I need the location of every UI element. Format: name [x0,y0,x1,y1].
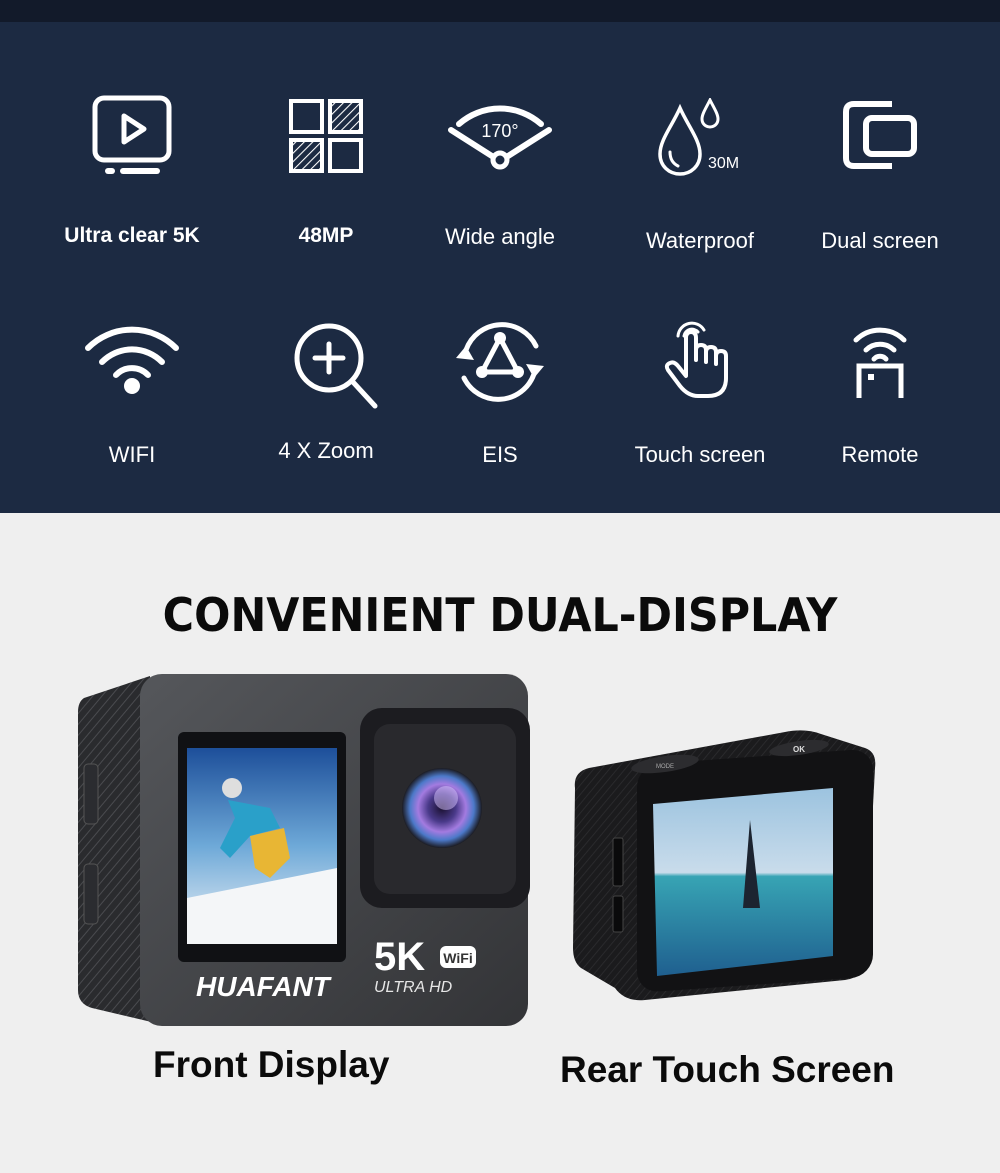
rear-mode-button-label: MODE [656,764,674,770]
rear-camera-image: MODE OK [573,730,876,1001]
touch-hand-icon [664,321,728,398]
stabilization-icon [456,322,544,402]
feature-label: Remote [841,442,919,467]
waterproof-depth: 30M [708,155,739,172]
front-display-caption: Front Display [153,1044,390,1085]
front-camera-wifi-badge: WiFi [443,950,472,966]
feature-label: Touch screen [634,442,766,467]
front-camera-image: 5K WiFi ULTRA HD HUAFANT [78,674,530,1026]
feature-label: Wide angle [444,224,556,249]
play-screen-icon [92,95,172,174]
rear-ok-button-label: OK [793,745,805,754]
feature-label: 4 X Zoom [278,438,374,463]
wide-angle-icon: 170° [448,105,552,170]
page-headline: CONVENIENT DUAL-DISPLAY [162,588,838,642]
feature-label: Waterproof [645,228,754,253]
feature-label: 48MP [298,224,354,247]
remote-icon [853,327,907,398]
feature-panel: Ultra clear 5K 48MP 170° Wide angle 30M … [0,22,1000,513]
zoom-in-icon [294,323,378,409]
pixel-grid-icon [289,99,363,173]
wifi-icon [85,326,179,394]
feature-label: EIS [482,442,518,467]
feature-label: WIFI [108,442,156,467]
front-camera-brand: HUAFANT [196,971,333,1002]
rear-touch-screen-caption: Rear Touch Screen [560,1049,895,1090]
dual-screen-icon [843,101,917,169]
top-bar [0,0,1000,22]
front-camera-subtitle: ULTRA HD [374,979,453,996]
feature-label: Ultra clear 5K [64,224,200,247]
feature-label: Dual screen [821,228,939,253]
water-drop-icon: 30M [658,98,739,176]
wide-angle-degrees: 170° [481,121,518,141]
front-camera-5k-badge: 5K [374,935,425,979]
